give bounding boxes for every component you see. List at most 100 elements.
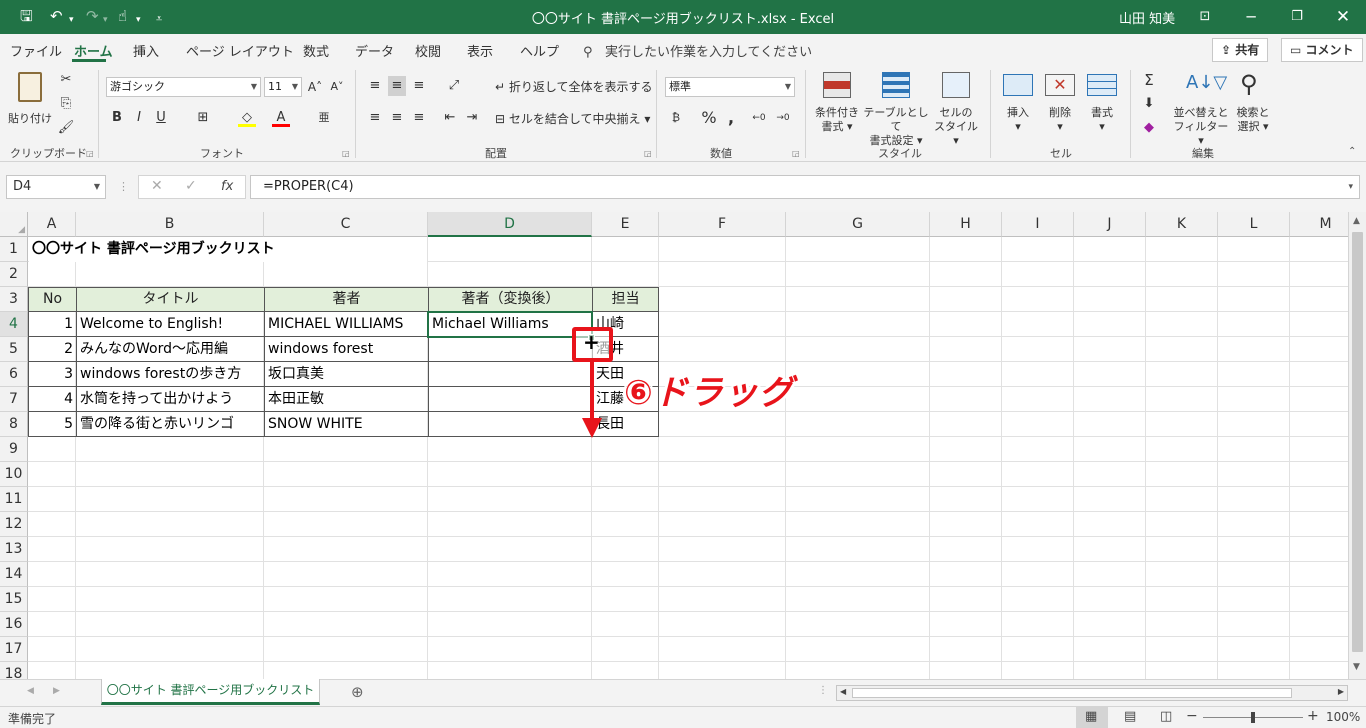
worksheet-grid[interactable]: ◢ A B C D E F G H I J K L M 1 2 3 4 5 6 …	[0, 212, 1348, 679]
tab-file[interactable]: ファイル	[10, 41, 62, 60]
col-header-g[interactable]: G	[786, 212, 930, 237]
row-header[interactable]: 7	[0, 387, 28, 412]
row-header[interactable]: 11	[0, 487, 28, 512]
row-header[interactable]: 15	[0, 587, 28, 612]
tab-insert[interactable]: 挿入	[133, 41, 159, 60]
decrease-font-icon[interactable]: A˅	[328, 77, 346, 97]
number-format-combo[interactable]: 標準 ▼	[665, 77, 795, 97]
row-header[interactable]: 1	[0, 237, 28, 262]
enter-icon[interactable]: ✓	[185, 178, 197, 194]
font-color-icon[interactable]: A	[272, 108, 290, 127]
orientation-icon[interactable]: ⤢	[445, 76, 463, 96]
font-size-combo[interactable]: 11 ▼	[264, 77, 302, 97]
find-select-button[interactable]: ⚲ 検索と 選択 ▾	[1230, 70, 1276, 142]
name-box[interactable]: D4 ▼	[6, 175, 106, 199]
zoom-in-icon[interactable]: +	[1307, 708, 1319, 724]
col-header-f[interactable]: F	[659, 212, 786, 237]
fill-color-icon[interactable]: ◇	[238, 108, 256, 127]
select-all-button[interactable]: ◢	[0, 212, 28, 237]
ribbon-display-icon[interactable]: ⊡	[1182, 0, 1228, 34]
sort-filter-button[interactable]: A↓▽ 並べ替えと フィルター ▾	[1172, 70, 1230, 147]
align-bottom-icon[interactable]: ≡	[410, 76, 428, 96]
minimize-icon[interactable]: ─	[1228, 0, 1274, 34]
row-header[interactable]: 9	[0, 437, 28, 462]
wrap-text-button[interactable]: ↵ 折り返して全体を表示する	[495, 78, 653, 95]
phonetic-icon[interactable]: 亜	[315, 108, 333, 128]
add-sheet-icon[interactable]: ⊕	[351, 683, 364, 701]
user-name[interactable]: 山田 知美	[1119, 8, 1175, 27]
cancel-icon[interactable]: ✕	[151, 178, 163, 194]
col-header-m[interactable]: M	[1290, 212, 1348, 237]
header-cell-author[interactable]: 著者	[264, 287, 429, 312]
increase-font-icon[interactable]: A˄	[306, 77, 324, 97]
decrease-indent-icon[interactable]: ⇤	[441, 108, 459, 128]
cell-a4[interactable]: 1	[29, 312, 76, 337]
cell-c5[interactable]: windows forest	[265, 337, 427, 362]
cell-b6[interactable]: windows forestの歩き方	[77, 362, 263, 387]
font-launcher-icon[interactable]: ◲	[342, 149, 350, 158]
collapse-ribbon-icon[interactable]: ⌃	[1348, 146, 1356, 157]
share-button[interactable]: ⇪ 共有	[1212, 38, 1269, 62]
row-header[interactable]: 18	[0, 662, 28, 679]
cell-d8[interactable]	[429, 412, 591, 437]
col-header-h[interactable]: H	[930, 212, 1002, 237]
tab-view[interactable]: 表示	[467, 41, 493, 60]
scroll-down-icon[interactable]: ▼	[1353, 662, 1360, 672]
bold-icon[interactable]: B	[108, 108, 126, 128]
tab-review[interactable]: 校閲	[415, 41, 441, 60]
page-layout-view-icon[interactable]: ▤	[1124, 709, 1136, 724]
cell-a6[interactable]: 3	[29, 362, 76, 387]
col-header-k[interactable]: K	[1146, 212, 1218, 237]
col-header-d[interactable]: D	[428, 212, 592, 237]
cell-c6[interactable]: 坂口真美	[265, 362, 427, 387]
cell-c7[interactable]: 本田正敏	[265, 387, 427, 412]
increase-decimal-icon[interactable]: ←0	[750, 108, 768, 128]
italic-icon[interactable]: I	[130, 108, 148, 128]
horizontal-scroll-thumb[interactable]	[852, 688, 1292, 698]
align-middle-icon[interactable]: ≡	[388, 76, 406, 96]
cell-d5[interactable]	[429, 337, 591, 362]
cell-c8[interactable]: SNOW WHITE	[265, 412, 427, 437]
header-cell-author-converted[interactable]: 著者（変換後）	[428, 287, 593, 312]
col-header-a[interactable]: A	[28, 212, 76, 237]
comma-style-icon[interactable]: ,	[722, 108, 740, 128]
clear-icon[interactable]: ◆	[1140, 118, 1158, 138]
sheet-tab-active[interactable]: 〇〇サイト 書評ページ用ブックリスト	[101, 679, 320, 705]
next-sheet-icon[interactable]: ▶	[53, 686, 60, 696]
scroll-left-icon[interactable]: ◀	[840, 687, 846, 696]
formula-input[interactable]: =PROPER(C4) ▾	[250, 175, 1360, 199]
tab-home[interactable]: ホーム	[74, 41, 113, 60]
alignment-launcher-icon[interactable]: ◲	[644, 149, 652, 158]
zoom-out-icon[interactable]: −	[1186, 708, 1198, 724]
format-as-table-button[interactable]: テーブルとして 書式設定 ▾	[862, 70, 930, 147]
increase-indent-icon[interactable]: ⇥	[463, 108, 481, 128]
merge-center-button[interactable]: ⊟ セルを結合して中央揃え ▾	[495, 110, 650, 127]
format-cells-button[interactable]: 書式 ▾	[1082, 70, 1122, 142]
number-launcher-icon[interactable]: ◲	[792, 149, 800, 158]
align-center-icon[interactable]: ≡	[388, 108, 406, 128]
row-header[interactable]: 17	[0, 637, 28, 662]
cell-styles-button[interactable]: セルの スタイル ▾	[930, 70, 982, 147]
col-header-j[interactable]: J	[1074, 212, 1146, 237]
sheet-title[interactable]: 〇〇サイト 書評ページ用ブックリスト	[29, 237, 427, 262]
tab-help[interactable]: ヘルプ	[520, 41, 559, 60]
copy-icon[interactable]: ⎘	[57, 94, 75, 114]
cell-a8[interactable]: 5	[29, 412, 76, 437]
font-name-combo[interactable]: 游ゴシック ▼	[106, 77, 261, 97]
row-header[interactable]: 16	[0, 612, 28, 637]
align-left-icon[interactable]: ≡	[366, 108, 384, 128]
page-break-view-icon[interactable]: ◫	[1160, 709, 1172, 724]
clipboard-launcher-icon[interactable]: ◲	[86, 149, 94, 158]
autosum-icon[interactable]: Σ	[1140, 70, 1158, 90]
header-cell-owner[interactable]: 担当	[592, 287, 659, 312]
tab-formulas[interactable]: 数式	[303, 41, 329, 60]
percent-icon[interactable]: %	[700, 108, 718, 128]
paste-button[interactable]: 貼り付け	[8, 70, 52, 130]
col-header-b[interactable]: B	[76, 212, 264, 237]
row-header[interactable]: 13	[0, 537, 28, 562]
cell-a5[interactable]: 2	[29, 337, 76, 362]
tell-me-search[interactable]: ⚲ 実行したい作業を入力してください	[583, 41, 812, 60]
scroll-right-icon[interactable]: ▶	[1338, 687, 1344, 696]
decrease-decimal-icon[interactable]: →0	[774, 108, 792, 128]
format-painter-icon[interactable]: 🖌	[57, 118, 75, 138]
